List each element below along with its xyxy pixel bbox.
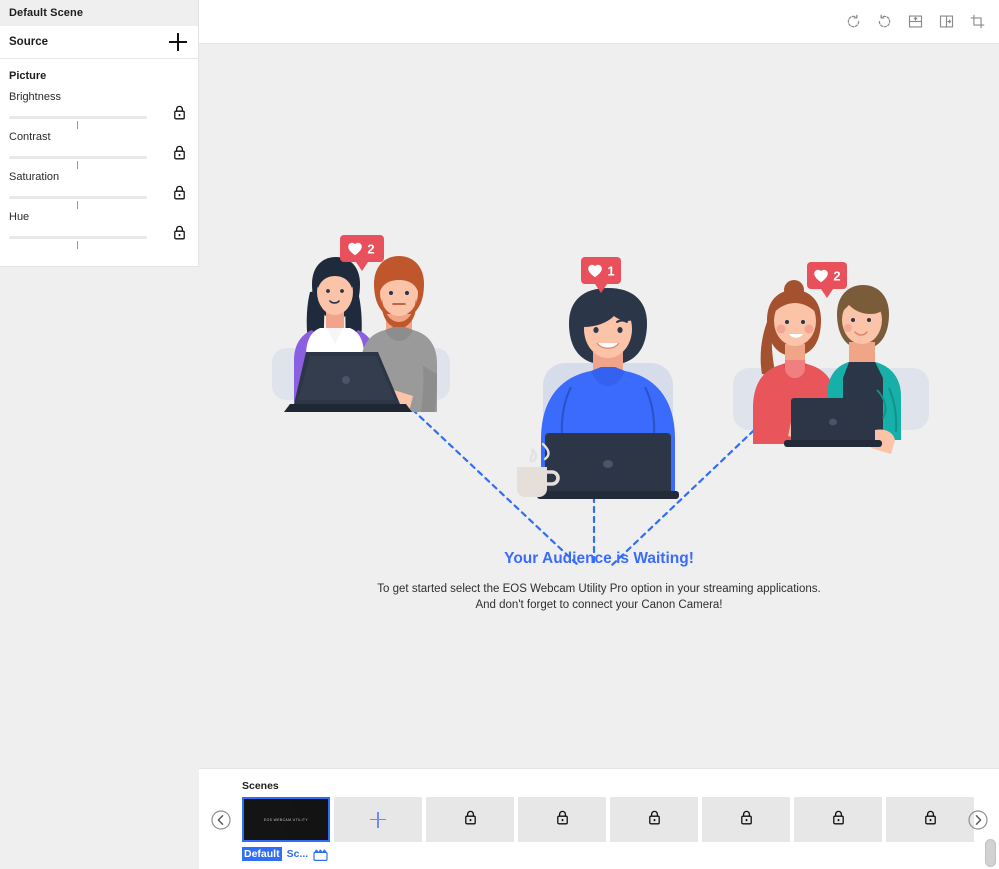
slider-brightness-label: Brightness (9, 91, 198, 103)
lock-icon[interactable] (173, 185, 186, 200)
scene-name-selected[interactable]: Default (242, 847, 282, 861)
scene-slot-locked-1[interactable] (426, 797, 514, 842)
like-badge-right: 2 (807, 262, 847, 298)
scene-slot-locked-5[interactable] (794, 797, 882, 842)
lock-icon (832, 810, 845, 830)
lock-icon[interactable] (173, 145, 186, 160)
slider-brightness: Brightness (0, 91, 198, 131)
lock-icon (648, 810, 661, 830)
headline: Your Audience is Waiting! (199, 550, 999, 568)
left-empty-area (0, 268, 199, 869)
slider-contrast: Contrast (0, 131, 198, 171)
source-section-header: Source (0, 26, 198, 59)
scenes-heading: Scenes (242, 780, 279, 792)
subtext-line-1: To get started select the EOS Webcam Uti… (199, 581, 999, 597)
scenes-next-button[interactable] (968, 810, 988, 830)
scenes-prev-button[interactable] (211, 810, 231, 830)
like-count-center: 1 (607, 264, 614, 279)
scene-slot-locked-2[interactable] (518, 797, 606, 842)
plus-icon (370, 812, 386, 828)
add-source-icon[interactable] (169, 33, 187, 51)
scene-slot-locked-4[interactable] (702, 797, 790, 842)
scenes-bar: Scenes EOS WEBCAM UTILITY (199, 768, 999, 869)
lock-icon[interactable] (173, 105, 186, 120)
picture-section: Picture Brightness Contrast (0, 59, 198, 251)
lock-icon (740, 810, 753, 830)
laptop-right (784, 398, 882, 447)
lock-icon[interactable] (173, 225, 186, 240)
scene-title: Default Scene (9, 7, 83, 19)
application-window: Default Scene Source Picture Brightness (0, 0, 999, 869)
scene-name-rest[interactable]: Sc... (287, 848, 309, 860)
canvas-toolbar (199, 0, 999, 44)
preview-canvas: 2 (199, 45, 999, 768)
slider-brightness-track[interactable] (9, 116, 147, 119)
illustration-group-left: 2 (272, 235, 450, 412)
slider-saturation-label: Saturation (9, 171, 198, 183)
main-area: 2 (199, 0, 999, 869)
vertical-scrollbar-thumb[interactable] (985, 839, 996, 867)
lock-icon (924, 810, 937, 830)
laptop-center (537, 433, 679, 499)
scene-thumb-text: EOS WEBCAM UTILITY (264, 818, 308, 822)
slider-saturation-track[interactable] (9, 196, 147, 199)
like-badge-center: 1 (581, 257, 621, 293)
illustration-group-center: 1 (517, 257, 679, 499)
scene-slot-locked-3[interactable] (610, 797, 698, 842)
scene-name-row[interactable]: Default Sc... (242, 847, 328, 861)
scene-slot-strip: EOS WEBCAM UTILITY (242, 797, 974, 842)
subtext-line-2: And don't forget to connect your Canon C… (199, 597, 999, 613)
like-count-left: 2 (367, 242, 374, 257)
scene-title-bar: Default Scene (0, 0, 198, 26)
lock-icon (464, 810, 477, 830)
scene-slot-thumbnail[interactable]: EOS WEBCAM UTILITY (242, 797, 330, 842)
slider-brightness-thumb[interactable] (77, 121, 78, 129)
scene-slot-add[interactable] (334, 797, 422, 842)
picture-heading: Picture (0, 70, 198, 82)
flip-vertical-icon[interactable] (905, 12, 925, 32)
crop-icon[interactable] (967, 12, 987, 32)
slider-hue-track[interactable] (9, 236, 147, 239)
slider-saturation: Saturation (0, 171, 198, 211)
rotate-left-icon[interactable] (843, 12, 863, 32)
slider-contrast-thumb[interactable] (77, 161, 78, 169)
illustration-group-right: 2 (733, 262, 929, 454)
slider-hue: Hue (0, 211, 198, 251)
subtext: To get started select the EOS Webcam Uti… (199, 581, 999, 613)
slider-contrast-label: Contrast (9, 131, 198, 143)
slider-hue-thumb[interactable] (77, 241, 78, 249)
flip-horizontal-icon[interactable] (936, 12, 956, 32)
scene-slot-locked-6[interactable] (886, 797, 974, 842)
source-label: Source (9, 36, 48, 48)
slider-hue-label: Hue (9, 211, 198, 223)
left-properties-panel: Default Scene Source Picture Brightness (0, 0, 199, 267)
lock-icon (556, 810, 569, 830)
clapperboard-icon[interactable] (313, 848, 328, 861)
slider-contrast-track[interactable] (9, 156, 147, 159)
slider-saturation-thumb[interactable] (77, 201, 78, 209)
like-count-right: 2 (833, 269, 840, 284)
rotate-right-icon[interactable] (874, 12, 894, 32)
